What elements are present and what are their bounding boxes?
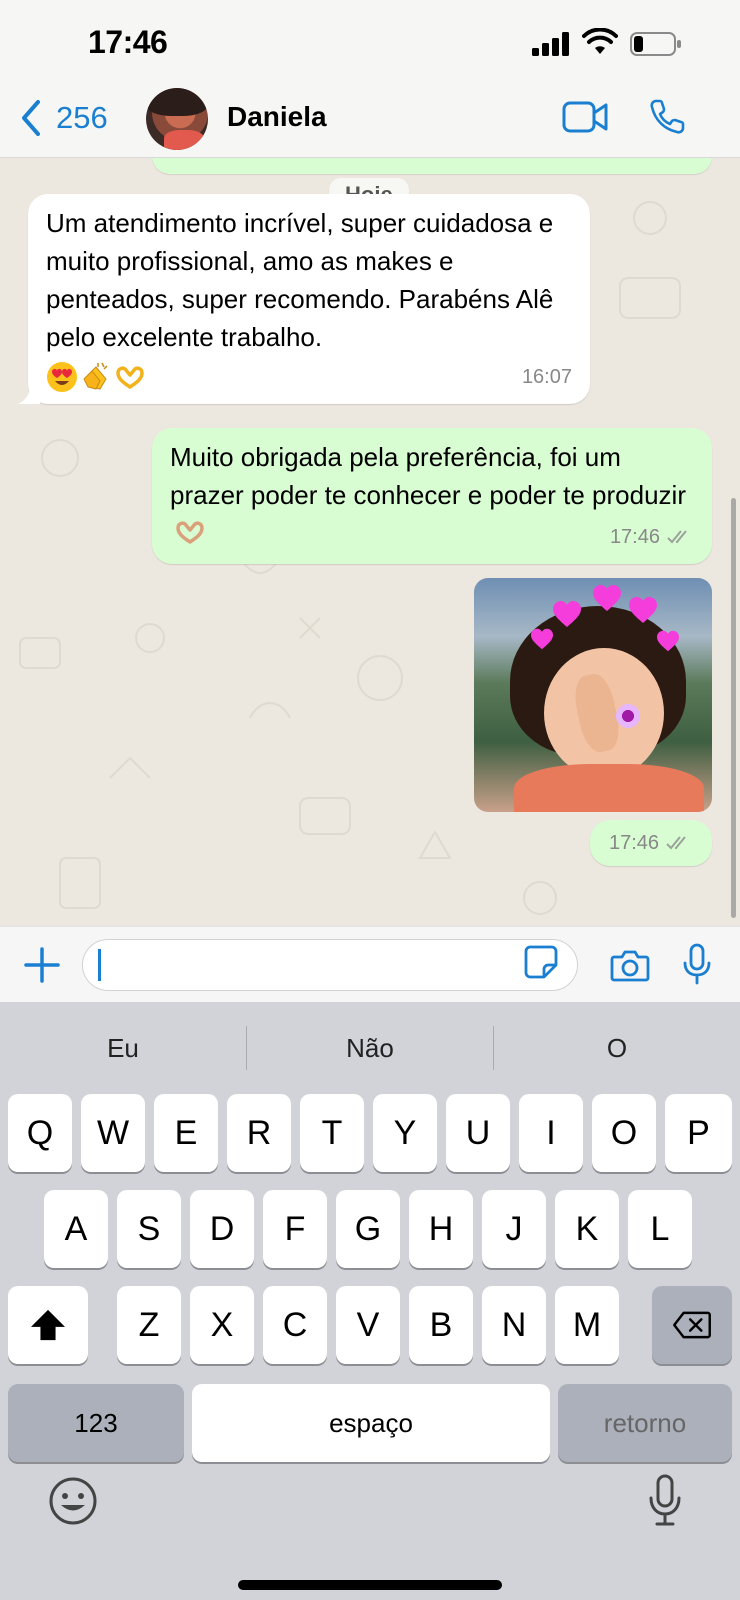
key-f[interactable]: F xyxy=(263,1190,327,1268)
composer-bar xyxy=(0,926,740,1002)
heart-sticker-icon xyxy=(629,597,657,623)
key-c[interactable]: C xyxy=(263,1286,327,1364)
backspace-icon xyxy=(673,1311,711,1339)
key-h[interactable]: H xyxy=(409,1190,473,1268)
heart-sticker-icon xyxy=(531,628,553,650)
key-d[interactable]: D xyxy=(190,1190,254,1268)
key-e[interactable]: E xyxy=(154,1094,218,1172)
key-u[interactable]: U xyxy=(446,1094,510,1172)
image-message-status: 17:46 xyxy=(590,820,712,866)
key-w[interactable]: W xyxy=(81,1094,145,1172)
heart-hands-icon xyxy=(116,366,144,389)
delete-key[interactable] xyxy=(652,1286,732,1364)
double-check-icon xyxy=(666,836,686,850)
key-j[interactable]: J xyxy=(482,1190,546,1268)
key-z[interactable]: Z xyxy=(117,1286,181,1364)
camera-icon[interactable] xyxy=(610,947,650,983)
heart-sticker-icon xyxy=(657,630,679,652)
microphone-icon[interactable] xyxy=(682,943,712,985)
cellular-signal-icon xyxy=(532,32,569,56)
key-k[interactable]: K xyxy=(555,1190,619,1268)
message-text: Muito obrigada pela preferência, foi um … xyxy=(170,442,686,510)
key-n[interactable]: N xyxy=(482,1286,546,1364)
keyboard: Eu Não O Q W E R T Y U I O P A S D F G H… xyxy=(0,1002,740,1600)
key-t[interactable]: T xyxy=(300,1094,364,1172)
key-l[interactable]: L xyxy=(628,1190,692,1268)
wifi-icon xyxy=(582,28,618,54)
battery-icon xyxy=(630,32,681,56)
return-key[interactable]: retorno xyxy=(558,1384,732,1462)
text-caret xyxy=(98,949,101,981)
previous-message-bubble xyxy=(152,158,712,174)
double-check-icon xyxy=(667,530,687,544)
message-text: Um atendimento incrível, super cuidadosa… xyxy=(46,208,554,352)
back-button[interactable]: 256 xyxy=(18,94,108,142)
space-key[interactable]: espaço xyxy=(192,1384,550,1462)
key-g[interactable]: G xyxy=(336,1190,400,1268)
heart-sticker-icon xyxy=(593,585,621,611)
top-bar: 17:46 256 Daniela xyxy=(0,0,740,158)
outgoing-message[interactable]: Muito obrigada pela preferência, foi um … xyxy=(152,428,712,564)
suggestion-2[interactable]: Não xyxy=(247,1024,493,1072)
heart-hands-icon xyxy=(176,521,204,544)
plus-icon[interactable] xyxy=(22,945,62,985)
unread-count: 256 xyxy=(56,100,108,135)
heart-eyes-face-icon xyxy=(47,362,77,393)
clapping-hands-icon xyxy=(83,362,108,390)
bubble-tail xyxy=(18,386,40,404)
phone-call-icon[interactable] xyxy=(648,98,686,136)
suggestion-1[interactable]: Eu xyxy=(0,1024,246,1072)
suggestion-3[interactable]: O xyxy=(494,1024,740,1072)
numbers-key[interactable]: 123 xyxy=(8,1384,184,1462)
scrollbar[interactable] xyxy=(731,498,736,918)
message-time: 17:46 xyxy=(609,526,660,548)
key-a[interactable]: A xyxy=(44,1190,108,1268)
key-r[interactable]: R xyxy=(227,1094,291,1172)
key-b[interactable]: B xyxy=(409,1286,473,1364)
key-v[interactable]: V xyxy=(336,1286,400,1364)
shift-icon xyxy=(31,1309,65,1341)
message-status: 17:46 xyxy=(610,518,694,556)
status-time: 17:46 xyxy=(88,24,168,60)
message-emojis xyxy=(46,361,146,393)
video-call-icon[interactable] xyxy=(562,100,608,134)
message-time: 17:46 xyxy=(608,831,660,854)
key-y[interactable]: Y xyxy=(373,1094,437,1172)
message-time: 16:07 xyxy=(521,366,572,388)
contact-name[interactable]: Daniela xyxy=(227,101,327,133)
key-o[interactable]: O xyxy=(592,1094,656,1172)
key-q[interactable]: Q xyxy=(8,1094,72,1172)
emoji-keyboard-icon[interactable] xyxy=(48,1476,98,1526)
image-message[interactable] xyxy=(474,578,712,812)
key-i[interactable]: I xyxy=(519,1094,583,1172)
incoming-message[interactable]: Um atendimento incrível, super cuidadosa… xyxy=(18,194,590,404)
predictive-bar: Eu Não O xyxy=(0,1002,740,1092)
chevron-left-icon xyxy=(22,100,40,136)
message-input[interactable] xyxy=(82,939,578,991)
heart-sticker-icon xyxy=(553,601,581,627)
flower-graphic xyxy=(614,702,642,730)
key-s[interactable]: S xyxy=(117,1190,181,1268)
key-m[interactable]: M xyxy=(555,1286,619,1364)
key-x[interactable]: X xyxy=(190,1286,254,1364)
sticker-icon[interactable] xyxy=(524,945,558,979)
avatar[interactable] xyxy=(146,88,208,150)
dictation-icon[interactable] xyxy=(648,1474,682,1526)
shift-key[interactable] xyxy=(8,1286,88,1364)
key-p[interactable]: P xyxy=(665,1094,732,1172)
chat-area[interactable]: Hoje Um atendimento incrível, super cuid… xyxy=(0,158,740,926)
home-indicator[interactable] xyxy=(238,1580,502,1590)
